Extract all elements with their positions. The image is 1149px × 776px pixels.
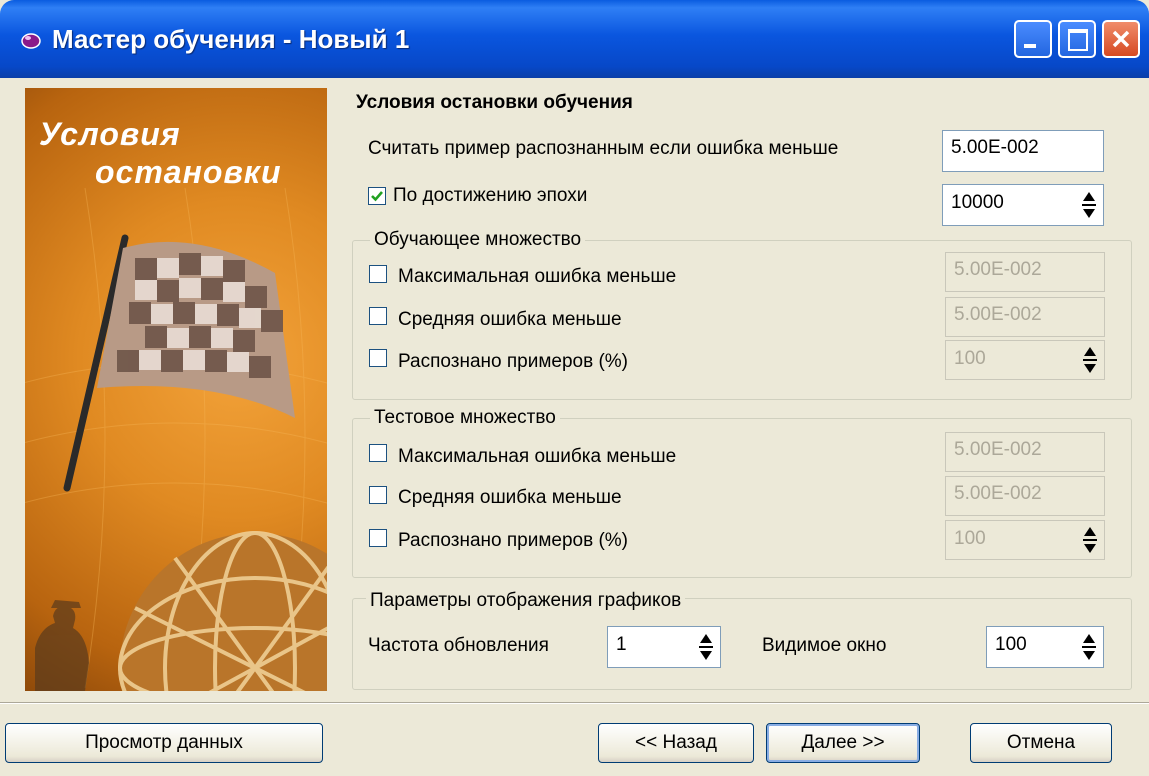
footer-separator [0, 702, 1149, 704]
wizard-window: Мастер обучения - Новый 1 Условия остано… [0, 0, 1149, 776]
training-max-error-checkbox[interactable] [369, 265, 387, 283]
training-set-title: Обучающее множество [370, 229, 586, 251]
spin-arrows-icon[interactable] [696, 631, 716, 663]
test-recognized-spinner[interactable]: 100 [945, 520, 1105, 560]
checkmark-icon [371, 191, 383, 202]
spin-arrows-icon[interactable] [1079, 631, 1099, 663]
test-max-error-label: Максимальная ошибка меньше [398, 446, 677, 467]
visible-window-value: 100 [995, 634, 1027, 655]
visible-window-spinner[interactable]: 100 [986, 626, 1104, 668]
training-recognized-label: Распознано примеров (%) [398, 351, 629, 372]
close-button[interactable] [1102, 20, 1140, 58]
close-icon [1112, 30, 1130, 48]
app-icon [21, 33, 41, 49]
cancel-button[interactable]: Отмена [970, 723, 1112, 763]
spin-arrows-icon[interactable] [1080, 345, 1100, 375]
graph-params-title: Параметры отображения графиков [366, 590, 686, 612]
recognize-threshold-input[interactable]: 5.00E-002 [942, 130, 1104, 172]
spin-arrows-icon[interactable] [1080, 525, 1100, 555]
test-recognized-label: Распознано примеров (%) [398, 530, 629, 551]
maximize-button[interactable] [1058, 20, 1096, 58]
visible-window-label: Видимое окно [762, 635, 887, 656]
update-frequency-value: 1 [616, 634, 627, 655]
next-button[interactable]: Далее >> [766, 723, 920, 763]
recognize-threshold-label: Считать пример распознанным если ошибка … [368, 138, 839, 159]
spin-arrows-icon[interactable] [1079, 189, 1099, 221]
back-button[interactable]: << Назад [598, 723, 754, 763]
training-avg-error-checkbox[interactable] [369, 307, 387, 325]
test-recognized-value: 100 [954, 528, 986, 549]
epoch-checkbox[interactable] [368, 187, 386, 205]
training-avg-error-label: Средняя ошибка меньше [398, 309, 622, 330]
training-avg-error-input[interactable]: 5.00E-002 [945, 297, 1105, 337]
page-title: Условия остановки обучения [356, 92, 633, 113]
epoch-spinner[interactable]: 10000 [942, 184, 1104, 226]
test-avg-error-checkbox[interactable] [369, 486, 387, 504]
epoch-value: 10000 [951, 192, 1004, 213]
update-frequency-spinner[interactable]: 1 [607, 626, 721, 668]
training-recognized-value: 100 [954, 348, 986, 369]
training-max-error-label: Максимальная ошибка меньше [398, 266, 677, 287]
wizard-image: Условия остановки [25, 88, 327, 691]
view-data-button[interactable]: Просмотр данных [5, 723, 323, 763]
epoch-label: По достижению эпохи [393, 185, 588, 206]
test-avg-error-label: Средняя ошибка меньше [398, 487, 622, 508]
image-caption-line1: Условия [39, 116, 181, 152]
image-caption-line2: остановки [95, 154, 282, 190]
window-title: Мастер обучения - Новый 1 [52, 24, 410, 54]
title-bar[interactable]: Мастер обучения - Новый 1 [0, 0, 1149, 78]
test-max-error-checkbox[interactable] [369, 444, 387, 462]
training-max-error-input[interactable]: 5.00E-002 [945, 252, 1105, 292]
minimize-button[interactable] [1014, 20, 1052, 58]
test-recognized-checkbox[interactable] [369, 529, 387, 547]
test-set-title: Тестовое множество [370, 407, 560, 429]
test-avg-error-input[interactable]: 5.00E-002 [945, 476, 1105, 516]
training-recognized-checkbox[interactable] [369, 349, 387, 367]
test-max-error-input[interactable]: 5.00E-002 [945, 432, 1105, 472]
update-frequency-label: Частота обновления [368, 635, 549, 656]
training-recognized-spinner[interactable]: 100 [945, 340, 1105, 380]
